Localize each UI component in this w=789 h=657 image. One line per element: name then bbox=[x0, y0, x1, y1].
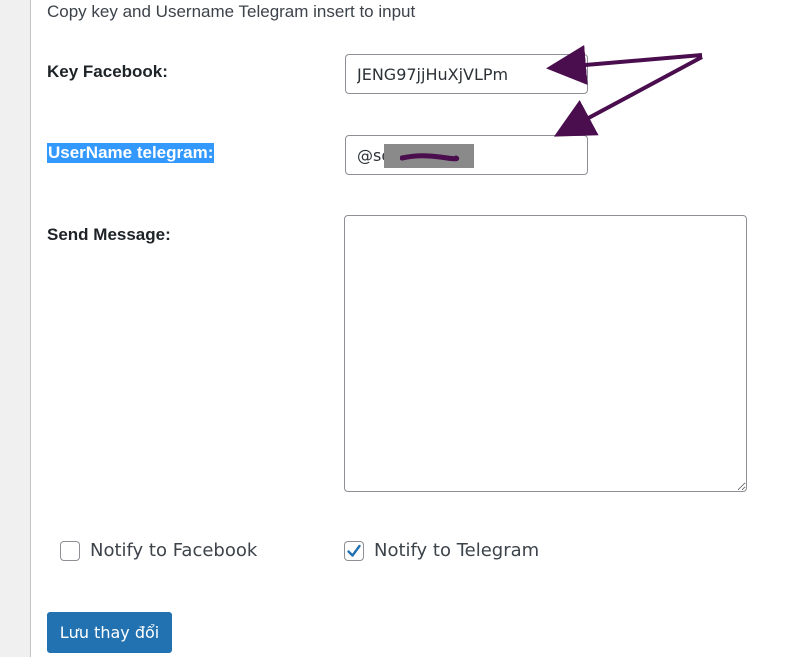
notify-facebook-label: Notify to Facebook bbox=[90, 540, 258, 561]
key-facebook-label: Key Facebook: bbox=[47, 62, 168, 81]
send-message-textarea[interactable] bbox=[344, 215, 747, 492]
notify-telegram-option[interactable]: Notify to Telegram bbox=[344, 540, 539, 561]
key-facebook-input[interactable] bbox=[345, 54, 588, 94]
save-changes-button[interactable]: Lưu thay đổi bbox=[47, 612, 172, 653]
notify-telegram-label: Notify to Telegram bbox=[374, 540, 540, 561]
checkmark-icon bbox=[347, 544, 361, 557]
admin-gutter bbox=[0, 0, 30, 657]
username-telegram-label: UserName telegram: bbox=[47, 143, 215, 163]
notify-telegram-checkbox[interactable] bbox=[344, 540, 364, 561]
notify-facebook-checkbox[interactable] bbox=[60, 540, 80, 561]
instruction-text: Copy key and Username Telegram insert to… bbox=[47, 2, 416, 21]
send-message-label: Send Message: bbox=[47, 225, 171, 244]
notify-facebook-option[interactable]: Notify to Facebook bbox=[60, 540, 257, 561]
scribble-annotation bbox=[400, 153, 460, 162]
